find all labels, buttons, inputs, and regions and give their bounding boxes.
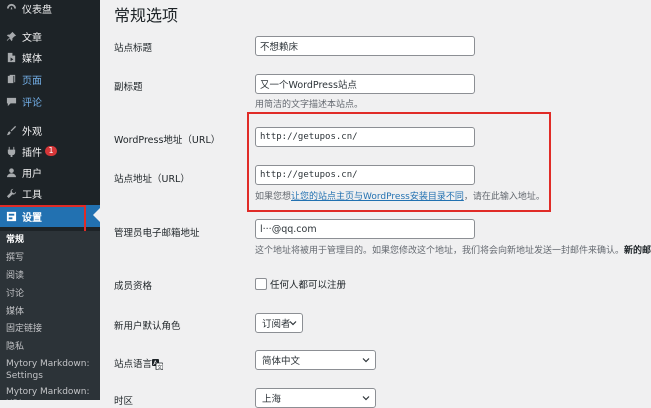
active-menu-arrow bbox=[93, 208, 100, 222]
site-title-label: 站点标题 bbox=[114, 43, 153, 54]
membership-label: 成员资格 bbox=[114, 281, 153, 292]
menu-label: 外观 bbox=[22, 126, 42, 138]
plugin-icon bbox=[5, 145, 17, 157]
timezone-label: 时区 bbox=[114, 396, 134, 407]
admin-email-label: 管理员电子邮箱地址 bbox=[114, 228, 200, 239]
menu-label: 工具 bbox=[22, 189, 42, 201]
tagline-value: 又一个WordPress站点 bbox=[260, 80, 357, 91]
menu-item-plugins[interactable]: 插件 1 bbox=[0, 140, 100, 162]
menu-item-users[interactable]: 用户 bbox=[0, 161, 100, 183]
anyone-can-register-label: 任何人都可以注册 bbox=[270, 280, 347, 291]
tagline-input[interactable]: 又一个WordPress站点 bbox=[255, 74, 475, 94]
admin-email-input[interactable]: l···@qq.com bbox=[255, 219, 475, 239]
update-count-badge: 1 bbox=[45, 146, 57, 156]
menu-label: 用户 bbox=[22, 168, 42, 180]
menu-label: 评论 bbox=[22, 97, 42, 109]
menu-item-media[interactable]: 媒体 bbox=[0, 46, 100, 68]
submenu-mytory-settings[interactable]: Mytory Markdown: Settings bbox=[6, 358, 98, 382]
menu-label: 文章 bbox=[22, 32, 42, 44]
media-icon bbox=[5, 51, 17, 63]
wp-address-value: http://getupos.cn/ bbox=[260, 132, 358, 142]
menu-label: 页面 bbox=[22, 75, 42, 87]
timezone-select[interactable]: 上海 bbox=[255, 388, 376, 408]
menu-item-comments[interactable]: 评论 bbox=[0, 90, 100, 112]
default-role-label: 新用户默认角色 bbox=[114, 321, 181, 332]
menu-item-appearance[interactable]: 外观 bbox=[0, 119, 100, 141]
menu-item-pages[interactable]: 页面 bbox=[0, 68, 100, 90]
wp-address-label: WordPress地址（URL） bbox=[114, 135, 221, 146]
admin-sidebar: 仪表盘 文章 媒体 页面 评论 外观 插件 1 用户 工具 设置 常规 撰写 阅… bbox=[0, 0, 100, 400]
site-language-label: 站点语言 bbox=[114, 359, 153, 370]
tagline-description: 用简洁的文字描述本站点。 bbox=[255, 100, 364, 110]
menu-item-tools[interactable]: 工具 bbox=[0, 182, 100, 204]
submenu-general[interactable]: 常规 bbox=[6, 234, 98, 246]
tagline-label: 副标题 bbox=[114, 82, 143, 93]
anyone-can-register-checkbox[interactable] bbox=[255, 278, 267, 290]
chevron-down-icon bbox=[362, 394, 370, 402]
brush-icon bbox=[5, 124, 17, 136]
wrench-icon bbox=[5, 187, 17, 199]
dashboard-icon bbox=[5, 2, 17, 14]
chevron-down-icon bbox=[289, 319, 297, 327]
highlight-outline bbox=[0, 205, 86, 233]
settings-submenu: 常规 撰写 阅读 讨论 媒体 固定链接 隐私 Mytory Markdown: … bbox=[0, 231, 100, 400]
site-title-value: 不想赖床 bbox=[260, 42, 299, 53]
default-role-select[interactable]: 订阅者 bbox=[255, 313, 303, 333]
submenu-writing[interactable]: 撰写 bbox=[6, 252, 98, 264]
site-address-description: 如果您想让您的站点主页与WordPress安装目录不同，请在此输入地址。 bbox=[255, 192, 545, 202]
submenu-reading[interactable]: 阅读 bbox=[6, 270, 98, 282]
chevron-down-icon bbox=[362, 356, 370, 364]
site-address-input[interactable]: http://getupos.cn/ bbox=[255, 165, 475, 185]
site-address-label: 站点地址（URL） bbox=[114, 174, 190, 185]
admin-email-value: l···@qq.com bbox=[260, 223, 317, 235]
svg-text:文: 文 bbox=[157, 364, 162, 370]
page-title: 常规选项 bbox=[114, 6, 179, 25]
menu-label: 仪表盘 bbox=[22, 4, 52, 16]
menu-item-posts[interactable]: 文章 bbox=[0, 25, 100, 47]
site-language-value: 简体中文 bbox=[262, 356, 301, 367]
user-icon bbox=[5, 166, 17, 178]
submenu-mytory-url[interactable]: Mytory Markdown: URL bbox=[6, 386, 98, 400]
site-address-value: http://getupos.cn/ bbox=[260, 170, 358, 180]
translate-icon: A文 bbox=[152, 355, 164, 371]
menu-label: 媒体 bbox=[22, 53, 42, 65]
settings-form: 常规选项 站点标题 不想赖床 副标题 又一个WordPress站点 用简洁的文字… bbox=[100, 0, 651, 408]
default-role-value: 订阅者 bbox=[262, 319, 291, 330]
site-address-help-link[interactable]: 让您的站点主页与WordPress安装目录不同 bbox=[291, 192, 464, 202]
timezone-value: 上海 bbox=[262, 394, 282, 405]
page-icon bbox=[5, 73, 17, 85]
site-title-input[interactable]: 不想赖床 bbox=[255, 36, 475, 56]
submenu-discussion[interactable]: 讨论 bbox=[6, 288, 98, 300]
submenu-media[interactable]: 媒体 bbox=[6, 306, 98, 318]
menu-item-dashboard[interactable]: 仪表盘 bbox=[0, 0, 100, 19]
pin-icon bbox=[5, 30, 17, 42]
submenu-privacy[interactable]: 隐私 bbox=[6, 341, 98, 353]
menu-label: 插件 bbox=[22, 147, 42, 159]
comment-icon bbox=[5, 95, 17, 107]
site-language-select[interactable]: 简体中文 bbox=[255, 350, 376, 370]
admin-email-description: 这个地址将被用于管理目的。如果您修改这个地址，我们将会向新地址发送一封邮件来确认… bbox=[255, 246, 651, 256]
submenu-permalinks[interactable]: 固定链接 bbox=[6, 323, 98, 335]
wp-address-input[interactable]: http://getupos.cn/ bbox=[255, 127, 475, 147]
